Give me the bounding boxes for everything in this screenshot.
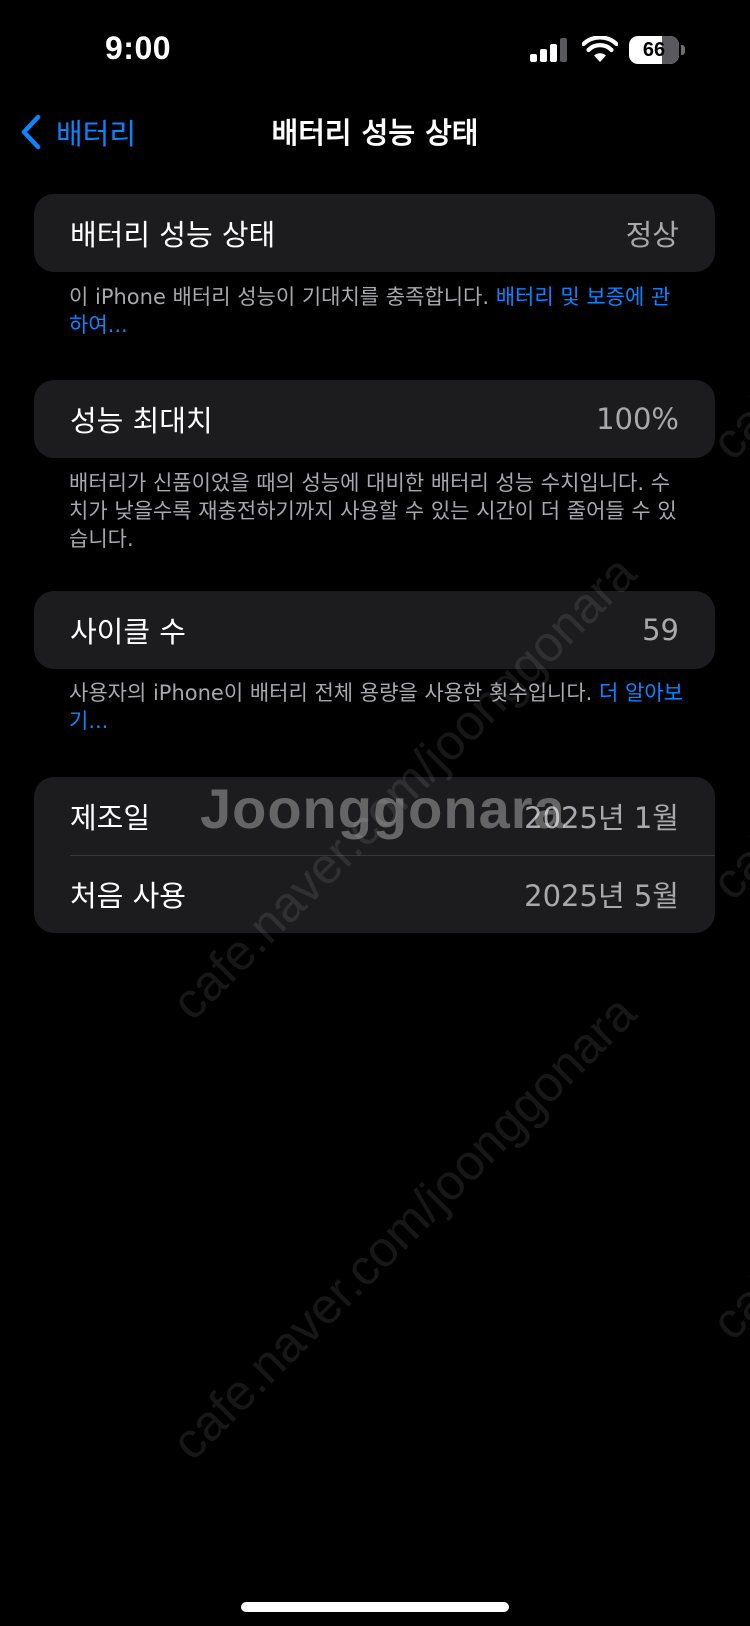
manufacture-date-value: 2025년 1월 [524,801,679,835]
battery-health-row: 배터리 성능 상태 정상 [34,194,715,272]
battery-icon: 66 [629,36,685,64]
cycle-count-footnote-text: 사용자의 iPhone이 배터리 전체 용량을 사용한 횟수입니다. [69,681,600,705]
battery-health-label: 배터리 성능 상태 [70,218,276,252]
cycle-count-label: 사이클 수 [70,615,186,649]
cycle-count-card: 사이클 수 59 [34,591,715,669]
battery-health-footnote-text: 이 iPhone 배터리 성능이 기대치를 충족합니다. [69,285,496,309]
battery-level: 66 [642,39,666,61]
row-divider [70,855,715,856]
max-capacity-label: 성능 최대치 [70,404,213,438]
status-time: 9:00 [105,30,172,66]
first-use-row: 처음 사용 2025년 5월 [34,855,715,933]
battery-health-card: 배터리 성능 상태 정상 [34,194,715,272]
max-capacity-card: 성능 최대치 100% [34,380,715,458]
max-capacity-row: 성능 최대치 100% [34,380,715,458]
watermark-url: cafe.naver.com/joonggonara [700,864,750,1351]
dates-card: 제조일 2025년 1월 처음 사용 2025년 5월 [34,777,715,933]
battery-health-screen: 9:00 66 배터리 배터리 성능 상태 배터리 성능 상태 정상 이 iPh… [0,0,750,1626]
cellular-signal-icon [530,38,567,62]
cycle-count-footnote: 사용자의 iPhone이 배터리 전체 용량을 사용한 횟수입니다. 더 알아보… [69,679,689,735]
manufacture-date-row: 제조일 2025년 1월 [34,777,715,855]
max-capacity-footnote: 배터리가 신품이었을 때의 성능에 대비한 배터리 성능 수치입니다. 수치가 … [69,471,677,551]
watermark-url: cafe.naver.com/joonggonara [160,984,647,1471]
page-title: 배터리 성능 상태 [271,116,479,150]
first-use-value: 2025년 5월 [524,879,679,913]
battery-health-value: 정상 [625,218,679,252]
manufacture-date-label: 제조일 [70,801,151,835]
cycle-count-row: 사이클 수 59 [34,591,715,669]
battery-health-footnote: 이 iPhone 배터리 성능이 기대치를 충족합니다. 배터리 및 보증에 관… [69,283,689,339]
home-indicator[interactable] [241,1602,509,1612]
wifi-icon [582,36,618,62]
max-capacity-value: 100% [596,402,679,436]
cycle-count-value: 59 [642,613,679,647]
first-use-label: 처음 사용 [70,879,186,913]
status-bar: 9:00 66 [0,0,750,100]
